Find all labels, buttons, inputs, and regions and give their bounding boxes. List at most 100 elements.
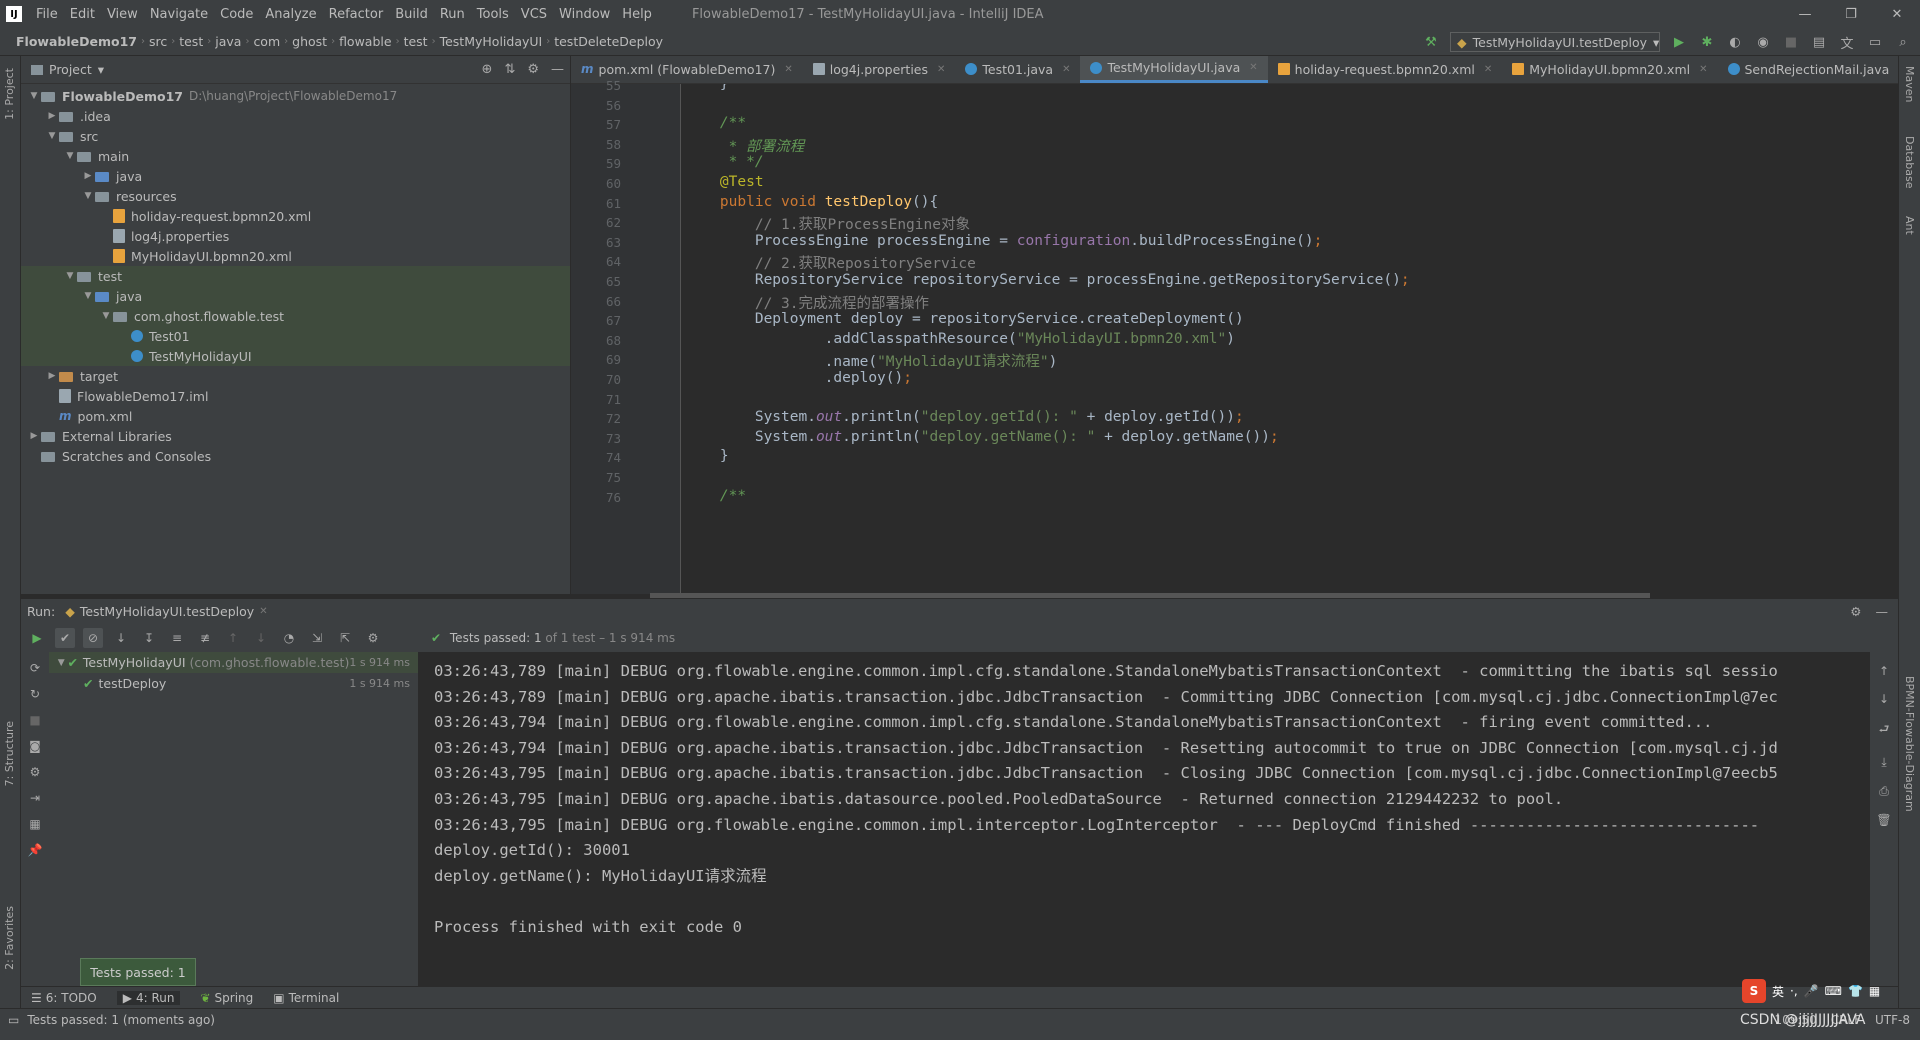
close-icon[interactable]: ✕ (1484, 64, 1492, 75)
coverage-icon[interactable]: ◐ (1726, 33, 1744, 51)
menu-view[interactable]: View (101, 7, 144, 22)
breadcrumb-item[interactable]: flowable (335, 34, 396, 49)
project-structure-icon[interactable]: ▤ (1810, 33, 1828, 51)
tree-item[interactable]: ▼ com.ghost.flowable.test (21, 306, 570, 326)
gear-icon[interactable]: ⚙ (527, 62, 539, 77)
tab-todo[interactable]: ☰ 6: TODO (31, 991, 97, 1005)
sort-duration-icon[interactable]: ↧ (139, 628, 159, 648)
menu-window[interactable]: Window (553, 7, 616, 22)
ime-lang[interactable]: 英 (1772, 983, 1784, 1000)
chevron-down-icon[interactable]: ▼ (81, 191, 95, 201)
translate-icon[interactable]: 文 (1838, 33, 1856, 52)
close-icon[interactable]: ✕ (1874, 0, 1920, 28)
file-encoding[interactable]: UTF-8 (1875, 1013, 1910, 1027)
breadcrumb-item[interactable]: FlowableDemo17 (12, 34, 141, 49)
hide-icon[interactable]: — (551, 62, 564, 77)
menu-navigate[interactable]: Navigate (144, 7, 214, 22)
tree-item[interactable]: FlowableDemo17.iml (21, 386, 570, 406)
layout-icon[interactable]: ▦ (25, 814, 45, 834)
tab-database[interactable]: Database (1903, 136, 1916, 189)
show-ignored-icon[interactable]: ⊘ (83, 628, 103, 648)
tree-item[interactable]: MyHolidayUI.bpmn20.xml (21, 246, 570, 266)
close-icon[interactable]: ✕ (1249, 62, 1257, 73)
search-icon[interactable]: ⌕ (1894, 33, 1912, 51)
tree-item[interactable]: ▶ target (21, 366, 570, 386)
tab-spring[interactable]: ❦ Spring (200, 991, 253, 1005)
ime-punct-icon[interactable]: ·, (1790, 984, 1798, 998)
grid-icon[interactable]: ▦ (1869, 984, 1880, 998)
menu-tools[interactable]: Tools (471, 7, 515, 22)
restore-icon[interactable]: ❐ (1828, 0, 1874, 28)
locate-icon[interactable]: ⊕ (482, 62, 493, 77)
chevron-right-icon[interactable]: ▶ (45, 111, 59, 121)
tab-favorites[interactable]: 2: Favorites (3, 906, 16, 970)
tab-maven[interactable]: Maven (1903, 66, 1916, 102)
import-tests-icon[interactable]: ⇲ (307, 628, 327, 648)
camera-icon[interactable]: ◙ (25, 736, 45, 756)
tree-item[interactable]: ▶ External Libraries (21, 426, 570, 446)
chevron-down-icon[interactable]: ▼ (99, 311, 113, 321)
breadcrumb-item[interactable]: ghost (288, 34, 331, 49)
menu-build[interactable]: Build (389, 7, 434, 22)
history-icon[interactable]: ◔ (279, 628, 299, 648)
chevron-right-icon[interactable]: ▶ (27, 431, 41, 441)
tab-ant[interactable]: Ant (1903, 216, 1916, 235)
exit-icon[interactable]: ⇥ (25, 788, 45, 808)
stop-icon[interactable]: ■ (1782, 33, 1800, 51)
menu-edit[interactable]: Edit (64, 7, 101, 22)
tree-item[interactable]: ▼ main (21, 146, 570, 166)
chevron-down-icon[interactable]: ▾ (98, 62, 104, 77)
breadcrumb-item[interactable]: java (211, 34, 245, 49)
tree-item[interactable]: TestMyHolidayUI (21, 346, 570, 366)
tab-project[interactable]: 1: Project (3, 68, 16, 120)
chevron-down-icon[interactable]: ▼ (63, 271, 77, 281)
tree-item[interactable]: ▶ .idea (21, 106, 570, 126)
chevron-right-icon[interactable]: ▶ (81, 171, 95, 181)
menu-analyze[interactable]: Analyze (259, 7, 322, 22)
show-passed-icon[interactable]: ✔ (55, 628, 75, 648)
menu-run[interactable]: Run (434, 7, 471, 22)
toggle-autotest-icon[interactable]: ↻ (25, 684, 45, 704)
rerun-icon[interactable]: ▶ (27, 628, 47, 648)
chevron-right-icon[interactable]: ▶ (45, 371, 59, 381)
build-hammer-icon[interactable]: ⚒ (1422, 33, 1440, 51)
collapse-all-icon[interactable]: ≢ (195, 628, 215, 648)
keyboard-icon[interactable]: ⌨ (1825, 984, 1842, 998)
editor-tab[interactable]: log4j.properties ✕ (803, 56, 956, 83)
skin-icon[interactable]: 👕 (1848, 984, 1863, 998)
down-arrow-icon[interactable]: ↓ (1879, 692, 1889, 706)
next-failed-icon[interactable]: ↓ (251, 628, 271, 648)
gear-icon[interactable]: ⚙ (1850, 604, 1861, 619)
tab-bpmn-diagram[interactable]: BPMN-Flowable-Diagram (1903, 676, 1916, 812)
print-icon[interactable]: ⎙ (1879, 784, 1889, 799)
scroll-to-end-icon[interactable]: ⤓ (1881, 755, 1886, 770)
chevron-down-icon[interactable]: ▼ (27, 91, 41, 101)
console-output[interactable]: 03:26:43,789 [main] DEBUG org.flowable.e… (420, 652, 1870, 986)
trash-icon[interactable]: 🗑 (1876, 813, 1891, 827)
menu-refactor[interactable]: Refactor (323, 7, 390, 22)
editor-tab[interactable]: holiday-request.bpmn20.xml ✕ (1268, 56, 1503, 83)
chevron-down-icon[interactable]: ▼ (63, 151, 77, 161)
close-icon[interactable]: ✕ (1699, 64, 1707, 75)
collapse-all-icon[interactable]: ⇅ (504, 62, 515, 77)
pin-icon[interactable]: 📌 (25, 840, 45, 860)
tree-item[interactable]: ▼ src (21, 126, 570, 146)
chevron-down-icon[interactable]: ▼ (55, 658, 67, 668)
hide-icon[interactable]: — (1876, 604, 1889, 619)
minimize-icon[interactable]: — (1782, 0, 1828, 28)
tree-item[interactable]: Test01 (21, 326, 570, 346)
restore-layout-icon[interactable]: ⚙ (25, 762, 45, 782)
sort-alpha-icon[interactable]: ↓ (111, 628, 131, 648)
status-layout-icon[interactable]: ▭ (8, 1013, 19, 1027)
editor-tab[interactable]: TestMyHolidayUI.java ✕ (1080, 56, 1268, 83)
tree-item[interactable]: ▶ java (21, 166, 570, 186)
expand-all-icon[interactable]: ≡ (167, 628, 187, 648)
prev-failed-icon[interactable]: ↑ (223, 628, 243, 648)
export-tests-icon[interactable]: ⇱ (335, 628, 355, 648)
close-icon[interactable]: ✕ (259, 606, 267, 617)
tree-item[interactable]: ▼ FlowableDemo17 D:\huang\Project\Flowable… (21, 86, 570, 106)
editor-tab[interactable]: MyHolidayUI.bpmn20.xml ✕ (1502, 56, 1717, 83)
chevron-down-icon[interactable]: ▼ (81, 291, 95, 301)
rerun-failed-icon[interactable]: ⟳ (25, 658, 45, 678)
code-editor[interactable]: } /** * 部署流程 * */ @Test public void test… (681, 84, 1898, 594)
